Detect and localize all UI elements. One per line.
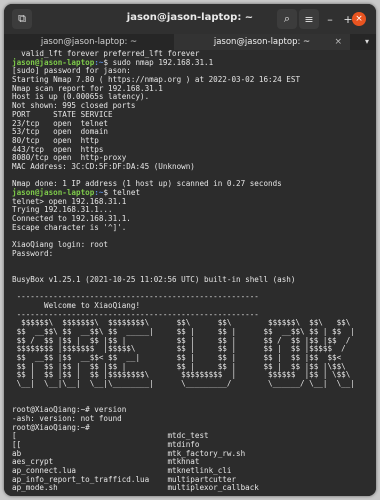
terminal-window: ⧉ jason@jason-laptop: ~ ⌕ ≡ – + × jason@… bbox=[4, 4, 376, 496]
tab-label: jason@jason-laptop: ~ bbox=[213, 37, 311, 47]
tab-dropdown-icon[interactable]: ▾ bbox=[358, 34, 376, 50]
search-icon[interactable]: ⌕ bbox=[277, 9, 297, 29]
title-bar: ⧉ jason@jason-laptop: ~ ⌕ ≡ – + × bbox=[4, 4, 376, 34]
tab-close-icon[interactable]: × bbox=[334, 34, 342, 50]
terminal-line: XiaoQiang login: root bbox=[12, 240, 109, 250]
terminal-line: MAC Address: 3C:CD:5F:DF:DA:45 (Unknown) bbox=[12, 161, 195, 171]
prompt-user: jason@jason-laptop bbox=[12, 188, 95, 197]
terminal-line: Password: bbox=[12, 248, 54, 258]
hamburger-menu-icon[interactable]: ≡ bbox=[299, 9, 319, 29]
tab-1[interactable]: jason@jason-laptop: ~ bbox=[4, 34, 174, 50]
prompt-command: $ sudo nmap 192.168.31.1 bbox=[103, 57, 214, 67]
terminal-line: Escape character is '^]'. bbox=[12, 222, 127, 232]
prompt-user: jason@jason-laptop bbox=[12, 57, 95, 67]
tab-bar: jason@jason-laptop: ~ jason@jason-laptop… bbox=[4, 34, 376, 50]
close-icon[interactable]: × bbox=[352, 12, 366, 26]
tab-label: jason@jason-laptop: ~ bbox=[40, 37, 138, 47]
terminal-line: ap_mode.sh multiplexor_callback bbox=[12, 483, 259, 493]
tab-2[interactable]: jason@jason-laptop: ~ × bbox=[174, 34, 350, 50]
prompt-command: $ telnet bbox=[103, 188, 141, 197]
minimize-icon[interactable]: – bbox=[320, 9, 340, 29]
terminal-output[interactable]: valid_lft forever preferred_lft forever j… bbox=[4, 50, 376, 496]
terminal-line: BusyBox v1.25.1 (2021-10-25 11:02:56 UTC… bbox=[12, 274, 296, 284]
terminal-line: \__| \__|\__| \__|\________| \_________/… bbox=[12, 379, 355, 389]
